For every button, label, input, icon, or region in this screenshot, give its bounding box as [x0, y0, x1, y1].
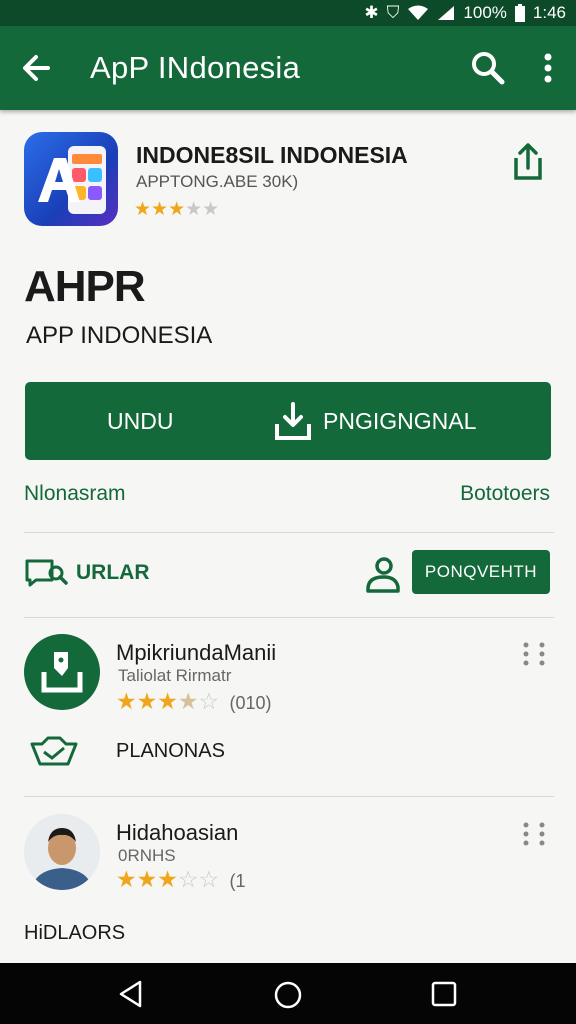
reviewer-subtitle: Taliolat Rirmatr — [118, 666, 232, 685]
signal-icon — [438, 6, 455, 20]
nav-home-icon[interactable] — [272, 979, 304, 1011]
app-bar-title: ApP INdonesia — [90, 50, 301, 85]
avatar — [24, 814, 100, 890]
reviewer-name: Hidahoasian — [116, 820, 239, 845]
system-nav-bar — [0, 963, 576, 1024]
search-icon[interactable] — [468, 48, 508, 88]
nav-back-icon[interactable] — [116, 979, 146, 1009]
review-item: Hidahoasian 0RNHS ★★★☆☆ (1 — [0, 810, 576, 910]
review-item: MpikriundaManii Taliolat Rirmatr ★★★★☆ (… — [0, 630, 576, 790]
app-bar: ApP INdonesia — [0, 26, 576, 110]
app-developer: APPTONG.ABE 30K) — [136, 172, 299, 191]
avatar — [24, 634, 100, 710]
reviewer-name: MpikriundaManii — [116, 640, 277, 665]
app-name: INDONE8SIL INDONESIA — [136, 142, 408, 168]
download-box-icon — [41, 652, 83, 693]
action-row: URLAR PONQVEHTH — [0, 545, 576, 605]
bluetooth-icon: ✱ — [364, 3, 379, 22]
review-menu-icon[interactable] — [516, 820, 552, 848]
install-button[interactable]: UNDU PNGIGNGNAL — [25, 382, 551, 460]
app-rating-stars: ★★★★★ — [134, 199, 220, 220]
meta-left-link[interactable]: Nlonasram — [24, 482, 126, 506]
divider — [24, 796, 554, 797]
user-photo-icon — [24, 814, 100, 890]
review-menu-icon[interactable] — [516, 640, 552, 668]
clock: 1:46 — [532, 3, 566, 22]
review-extra-label: PLANONAS — [116, 740, 225, 762]
crown-icon — [30, 736, 78, 766]
wifi-icon — [408, 5, 429, 20]
back-arrow-icon[interactable] — [18, 48, 58, 88]
message-search-icon[interactable] — [24, 558, 68, 588]
meta-row: Nlonasram Bototoers — [0, 480, 576, 510]
install-button-right-label: PNGIGNGNAL — [323, 408, 477, 434]
review-count: (1 — [229, 871, 246, 891]
brand-name: APP INDONESIA — [26, 322, 213, 349]
reviewer-subtitle: 0RNHS — [118, 846, 176, 865]
nav-recents-icon[interactable] — [430, 980, 458, 1008]
status-bar: ✱ ⛉ 100% 1:46 — [0, 0, 576, 26]
review-count: (010) — [229, 693, 272, 713]
share-icon[interactable] — [508, 140, 548, 184]
app-logo-icon — [24, 132, 118, 226]
battery-percent: 100% — [463, 3, 507, 22]
brand-logo-text: AHPR — [24, 262, 146, 311]
shield-icon: ⛉ — [386, 3, 400, 22]
follow-button[interactable]: PONQVEHTH — [412, 550, 550, 594]
review-rating-stars: ★★★☆☆ (1 — [116, 866, 246, 892]
app-header: INDONE8SIL INDONESIA APPTONG.ABE 30K) ★★… — [0, 120, 576, 240]
section-label: HiDLAORS — [24, 922, 126, 944]
review-rating-stars: ★★★★☆ (010) — [116, 688, 272, 714]
divider — [24, 532, 554, 533]
battery-icon — [514, 4, 525, 22]
overflow-menu-icon[interactable] — [530, 48, 566, 88]
download-icon — [275, 402, 311, 440]
urlar-label[interactable]: URLAR — [76, 561, 150, 585]
install-button-left-label: UNDU — [107, 408, 174, 434]
divider — [24, 617, 554, 618]
meta-right-link[interactable]: Bototoers — [460, 482, 550, 506]
person-icon[interactable] — [362, 555, 402, 595]
